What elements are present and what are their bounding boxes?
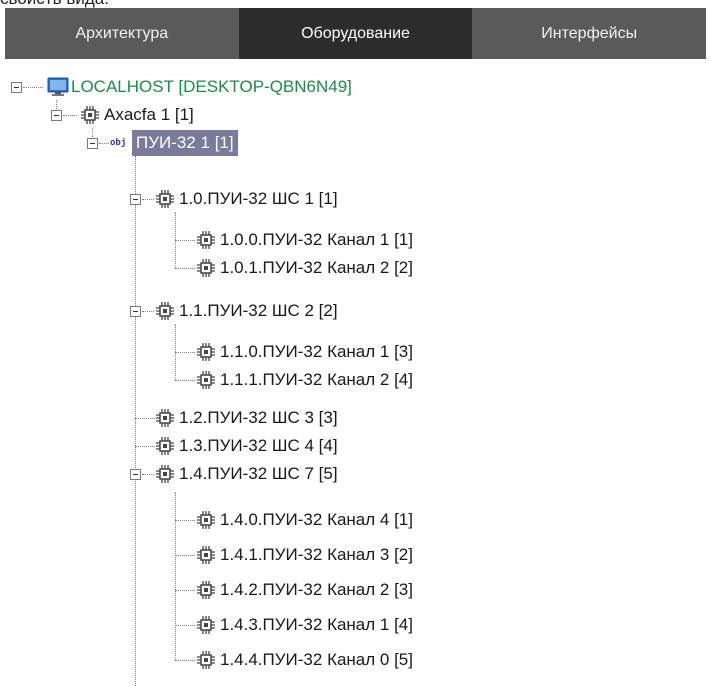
tree-connector bbox=[175, 380, 195, 381]
collapse-toggle[interactable] bbox=[130, 469, 141, 480]
chip-icon bbox=[196, 580, 216, 600]
chip-icon bbox=[196, 342, 216, 362]
tree-node-loop[interactable]: 1.3.ПУИ-32 ШС 4 [4] bbox=[155, 432, 342, 460]
tree-node-channel[interactable]: 1.0.1.ПУИ-32 Канал 2 [2] bbox=[196, 254, 417, 282]
tree-connector bbox=[175, 555, 195, 556]
tree-connector bbox=[175, 240, 195, 241]
tree-node-label: 1.0.ПУИ-32 ШС 1 [1] bbox=[179, 189, 338, 208]
chip-icon bbox=[196, 650, 216, 670]
tree-connector bbox=[23, 87, 43, 88]
tree-connector bbox=[99, 143, 109, 144]
collapse-toggle[interactable] bbox=[130, 194, 141, 205]
tree-connector bbox=[135, 156, 136, 686]
tree-node-loop[interactable]: 1.4.ПУИ-32 ШС 7 [5] bbox=[155, 460, 342, 488]
tree-node-label: 1.4.0.ПУИ-32 Канал 4 [1] bbox=[220, 510, 413, 529]
tree-node-channel[interactable]: 1.4.2.ПУИ-32 Канал 2 [3] bbox=[196, 576, 417, 604]
chip-icon bbox=[80, 105, 100, 125]
tree-node-channel[interactable]: 1.1.1.ПУИ-32 Канал 2 [4] bbox=[196, 366, 417, 394]
tab-architecture[interactable]: Архитектура bbox=[5, 8, 239, 59]
chip-icon bbox=[196, 370, 216, 390]
object-icon: obj bbox=[110, 138, 127, 148]
tree-connector bbox=[175, 660, 195, 661]
hardware-tree: LOCALHOST [DESKTOP-QBN6N49] Axacfa 1 [1]… bbox=[0, 72, 711, 686]
chip-icon bbox=[196, 615, 216, 635]
tree-connector bbox=[135, 446, 155, 447]
tree-node-label: 1.1.ПУИ-32 ШС 2 [2] bbox=[179, 301, 338, 320]
chip-icon bbox=[196, 510, 216, 530]
tree-connector bbox=[135, 418, 155, 419]
tree-node-channel[interactable]: 1.4.0.ПУИ-32 Канал 4 [1] bbox=[196, 506, 417, 534]
chip-icon bbox=[155, 189, 175, 209]
tree-connector bbox=[175, 352, 195, 353]
tree-connector bbox=[175, 590, 195, 591]
tree-node-label: 1.0.1.ПУИ-32 Канал 2 [2] bbox=[220, 258, 413, 277]
tree-node-label: 1.4.ПУИ-32 ШС 7 [5] bbox=[179, 464, 338, 483]
tree-connector bbox=[175, 520, 195, 521]
tree-node-label: 1.4.2.ПУИ-32 Канал 2 [3] bbox=[220, 580, 413, 599]
chip-icon bbox=[155, 464, 175, 484]
collapse-toggle[interactable] bbox=[130, 306, 141, 317]
tree-connector bbox=[142, 199, 154, 200]
tree-node-channel[interactable]: 1.4.1.ПУИ-32 Канал 3 [2] bbox=[196, 541, 417, 569]
tab-equipment[interactable]: Оборудование bbox=[238, 8, 473, 59]
tree-connector bbox=[142, 311, 154, 312]
chip-icon bbox=[155, 408, 175, 428]
tree-node-label: LOCALHOST [DESKTOP-QBN6N49] bbox=[71, 77, 352, 96]
collapse-toggle[interactable] bbox=[11, 82, 22, 93]
tree-node-label: 1.4.4.ПУИ-32 Канал 0 [5] bbox=[220, 650, 413, 669]
tree-node-label: 1.0.0.ПУИ-32 Канал 1 [1] bbox=[220, 230, 413, 249]
tree-node-axxon[interactable]: Axacfa 1 [1] bbox=[80, 101, 198, 129]
tree-connector bbox=[175, 268, 195, 269]
tree-node-label: Axacfa 1 [1] bbox=[104, 105, 194, 124]
tree-connector bbox=[175, 625, 195, 626]
tree-node-channel[interactable]: 1.4.4.ПУИ-32 Канал 0 [5] bbox=[196, 646, 417, 674]
tree-node-label: 1.4.1.ПУИ-32 Канал 3 [2] bbox=[220, 545, 413, 564]
tab-interfaces[interactable]: Интерфейсы bbox=[472, 8, 706, 59]
tree-node-loop[interactable]: 1.0.ПУИ-32 ШС 1 [1] bbox=[155, 185, 342, 213]
tree-node-channel[interactable]: 1.4.3.ПУИ-32 Канал 1 [4] bbox=[196, 611, 417, 639]
tree-node-pui[interactable]: obj ПУИ-32 1 [1] bbox=[110, 129, 238, 157]
tree-node-channel[interactable]: 1.0.0.ПУИ-32 Канал 1 [1] bbox=[196, 226, 417, 254]
tree-node-label: 1.3.ПУИ-32 ШС 4 [4] bbox=[179, 436, 338, 455]
tree-node-label: 1.1.0.ПУИ-32 Канал 1 [3] bbox=[220, 342, 413, 361]
tree-node-channel[interactable]: 1.1.0.ПУИ-32 Канал 1 [3] bbox=[196, 338, 417, 366]
chip-icon bbox=[155, 436, 175, 456]
tree-connector bbox=[63, 115, 77, 116]
tree-connector bbox=[142, 474, 154, 475]
tree-node-label: 1.4.3.ПУИ-32 Канал 1 [4] bbox=[220, 615, 413, 634]
chip-icon bbox=[196, 230, 216, 250]
tree-connector bbox=[175, 492, 176, 660]
chip-icon bbox=[155, 301, 175, 321]
tree-node-label: ПУИ-32 1 [1] bbox=[132, 130, 238, 156]
tree-node-label: 1.1.1.ПУИ-32 Канал 2 [4] bbox=[220, 370, 413, 389]
monitor-icon bbox=[47, 77, 69, 97]
collapse-toggle[interactable] bbox=[51, 110, 62, 121]
collapse-toggle[interactable] bbox=[87, 138, 98, 149]
tree-node-loop[interactable]: 1.2.ПУИ-32 ШС 3 [3] bbox=[155, 404, 342, 432]
tab-bar: Архитектура Оборудование Интерфейсы bbox=[5, 8, 706, 59]
window-top-text: свойств вида. bbox=[0, 0, 711, 8]
tree-node-label: 1.2.ПУИ-32 ШС 3 [3] bbox=[179, 408, 338, 427]
tree-node-localhost[interactable]: LOCALHOST [DESKTOP-QBN6N49] bbox=[47, 73, 356, 101]
chip-icon bbox=[196, 258, 216, 278]
tree-node-loop[interactable]: 1.1.ПУИ-32 ШС 2 [2] bbox=[155, 297, 342, 325]
chip-icon bbox=[196, 545, 216, 565]
